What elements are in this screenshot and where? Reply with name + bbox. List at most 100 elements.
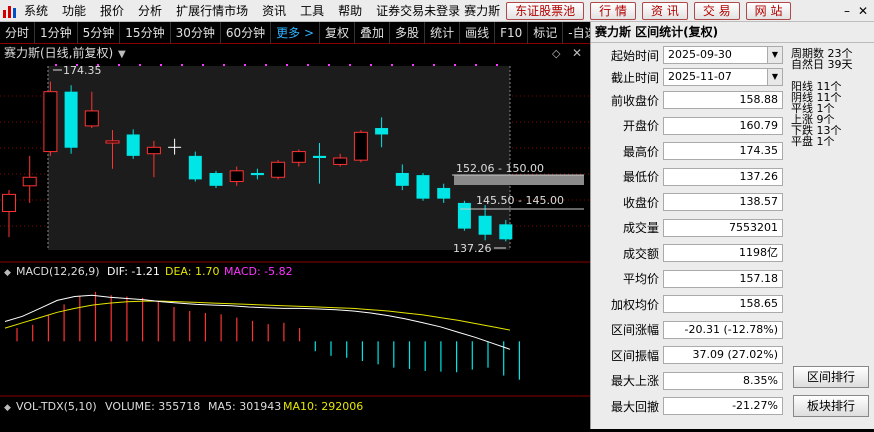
range-label-1: 152.06 - 150.00 <box>456 162 544 175</box>
start-date-label: 起始时间 <box>610 48 659 63</box>
stat-row-amplitude: 区间振幅 37.09 (27.02%) <box>591 344 783 366</box>
menu-function[interactable]: 功能 <box>62 2 86 19</box>
candle-body <box>229 170 244 183</box>
range-dot-marker <box>223 64 225 66</box>
stat-label-avg-price: 平均价 <box>622 272 659 286</box>
stat-label-turnover: 成交额 <box>622 246 659 261</box>
stat-row-avg-price: 平均价 157.18 <box>591 268 783 290</box>
start-date-picker[interactable]: 2025-09-30 ▼ <box>663 46 783 64</box>
end-date-label: 截止时间 <box>610 70 659 85</box>
sector-rank-button[interactable]: 板块排行 <box>793 395 869 417</box>
selected-range-highlight[interactable] <box>48 66 510 250</box>
candle-body <box>291 151 306 163</box>
range-dot-marker <box>265 64 267 66</box>
range-dot-marker <box>286 64 288 66</box>
menu-extended-market[interactable]: 扩展行情市场 <box>176 2 248 19</box>
stat-value-turnover: 1198亿 <box>663 244 783 262</box>
news-button[interactable]: 资 讯 <box>642 1 688 20</box>
chart-close-icon[interactable]: ✕ <box>572 46 582 60</box>
stat-value-avg-price: 157.18 <box>663 269 783 288</box>
stat-label-volume: 成交量 <box>622 221 659 235</box>
range-dot-marker <box>181 64 183 66</box>
period-1min[interactable]: 1分钟 <box>35 21 78 44</box>
stat-row-open: 开盘价 160.79 <box>591 115 783 137</box>
minimize-icon[interactable]: – <box>844 4 850 18</box>
candle-body <box>188 155 202 180</box>
low-price-label: 137.26 <box>453 242 492 255</box>
chevron-down-icon[interactable]: ▼ <box>767 69 782 85</box>
stat-value-weighted-avg: 158.65 <box>663 295 783 313</box>
menu-news[interactable]: 资讯 <box>262 2 286 19</box>
chart-area[interactable]: 赛力斯(日线,前复权) ▼ ◇ ✕ 174.35 152.06 - 150.00… <box>0 44 590 429</box>
stat-row-max-drawdown: 最大回撤 -21.27% <box>591 395 783 417</box>
range-dot-marker <box>454 64 456 66</box>
panel-title: 赛力斯 区间统计(复权) <box>591 22 874 43</box>
statistics-button[interactable]: 统计 <box>425 21 461 44</box>
period-intraday[interactable]: 分时 <box>0 21 36 44</box>
range-dot-marker <box>55 64 57 66</box>
close-icon[interactable]: ✕ <box>858 4 868 18</box>
candle-body <box>126 134 140 156</box>
stat-label-high: 最高价 <box>622 144 659 159</box>
interval-rank-button[interactable]: 区间排行 <box>793 366 869 388</box>
f10-button[interactable]: F10 <box>495 21 529 44</box>
macd-value: MACD: -5.82 <box>224 265 293 278</box>
stat-label-close: 收盘价 <box>622 195 659 210</box>
macd-label: MACD(12,26,9) <box>16 265 100 278</box>
menu-tools[interactable]: 工具 <box>300 2 324 19</box>
website-button[interactable]: 网 站 <box>745 1 792 20</box>
period-30min[interactable]: 30分钟 <box>171 21 221 44</box>
window-controls: – ✕ <box>844 4 874 18</box>
dif-value: DIF: -1.21 <box>107 265 160 278</box>
stat-label-prev-close: 前收盘价 <box>610 93 659 108</box>
stat-value-close: 138.57 <box>663 193 783 211</box>
count-stats: 周期数 23个 自然日 39天 阳线 11个 阴线 11个 平线 1个 上涨 9… <box>791 48 853 147</box>
end-date-picker[interactable]: 2025-11-07 ▼ <box>663 68 783 86</box>
trade-login-status[interactable]: 证券交易未登录 <box>376 2 460 19</box>
mark-button[interactable]: 标记 <box>528 21 564 44</box>
multi-stock-button[interactable]: 多股 <box>390 21 426 44</box>
trade-button[interactable]: 交 易 <box>693 1 740 20</box>
stat-value-open: 160.79 <box>663 116 783 135</box>
range-dot-marker <box>349 64 351 66</box>
stat-value-prev-close: 158.88 <box>663 91 783 109</box>
range-dot-marker <box>496 64 498 66</box>
volume-settings-icon[interactable]: ◆ <box>4 403 11 413</box>
candle-body <box>2 193 16 212</box>
stock-pool-button[interactable]: 东证股票池 <box>506 1 585 20</box>
menu-bar: 系统 功能 报价 分析 扩展行情市场 资讯 工具 帮助 证券交易未登录 赛力斯 … <box>0 0 874 22</box>
range-dot-marker <box>412 64 414 66</box>
adjust-button[interactable]: 复权 <box>320 21 356 44</box>
period-more-button[interactable]: 更多 > <box>271 21 321 44</box>
menu-help[interactable]: 帮助 <box>338 2 362 19</box>
chevron-down-icon[interactable]: ▼ <box>767 47 782 63</box>
market-button[interactable]: 行 情 <box>590 1 636 20</box>
overlay-button[interactable]: 叠加 <box>355 21 391 44</box>
menu-system[interactable]: 系统 <box>24 2 48 19</box>
period-60min[interactable]: 60分钟 <box>221 21 272 44</box>
candle-body <box>375 128 389 135</box>
menu-analysis[interactable]: 分析 <box>138 2 162 19</box>
stat-value-amplitude: 37.09 (27.02%) <box>663 346 783 364</box>
range-dot-marker <box>139 64 141 66</box>
start-date-row: 起始时间 2025-09-30 ▼ <box>591 44 783 66</box>
range-dot-marker <box>475 64 477 66</box>
candle-body <box>416 175 430 199</box>
draw-line-button[interactable]: 画线 <box>460 21 496 44</box>
chart-settings-icon[interactable]: ◇ <box>552 47 561 60</box>
high-price-label: 174.35 <box>63 64 102 77</box>
candle-body <box>146 146 161 155</box>
menu-quote[interactable]: 报价 <box>100 2 124 19</box>
period-15min[interactable]: 15分钟 <box>120 21 171 44</box>
range-dot-marker <box>160 64 162 66</box>
candle-body <box>478 215 492 235</box>
period-5min[interactable]: 5分钟 <box>78 21 121 44</box>
interval-stats-panel: 赛力斯 区间统计(复权) 起始时间 2025-09-30 ▼ 截止时间 2025… <box>590 22 874 429</box>
candle-body <box>313 155 326 158</box>
stat-label-change: 区间涨幅 <box>610 323 659 337</box>
kline-chart[interactable]: 赛力斯(日线,前复权) ▼ ◇ ✕ 174.35 152.06 - 150.00… <box>0 44 590 429</box>
candle-body <box>43 91 58 153</box>
collapse-icon[interactable]: ▼ <box>118 49 126 60</box>
resistance-band <box>454 175 584 185</box>
macd-settings-icon[interactable]: ◆ <box>4 268 11 278</box>
